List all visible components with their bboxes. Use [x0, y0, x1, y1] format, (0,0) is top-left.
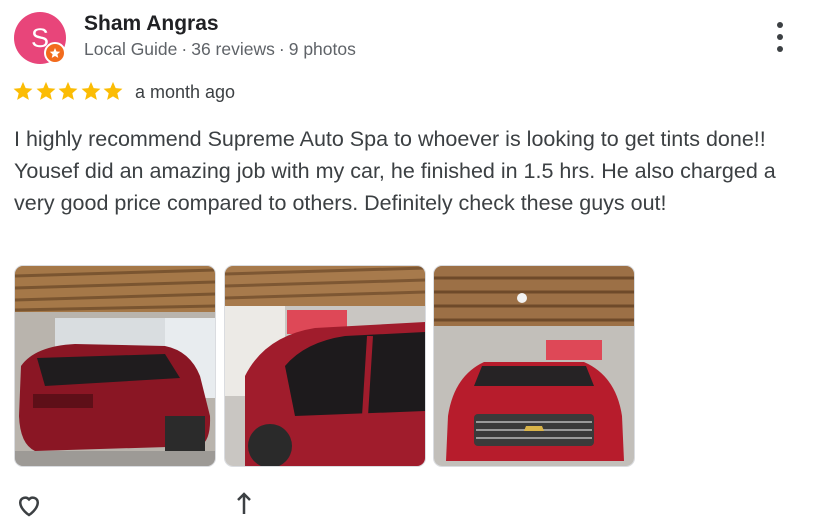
- photo-count: 9 photos: [288, 39, 356, 59]
- review-photo-1[interactable]: [14, 265, 216, 467]
- meta-separator: ·: [278, 39, 285, 59]
- review-count: 36 reviews: [191, 39, 275, 59]
- review-text: I highly recommend Supreme Auto Spa to w…: [14, 127, 776, 215]
- review-photo-2[interactable]: [224, 265, 426, 467]
- reviewer-name[interactable]: Sham Angras: [84, 12, 219, 36]
- reviewer-meta: Local Guide · 36 reviews · 9 photos: [84, 39, 356, 60]
- local-guide-label: Local Guide: [84, 39, 178, 59]
- local-guide-badge-icon: [44, 42, 66, 64]
- heart-icon[interactable]: [14, 490, 44, 520]
- star-icon: [81, 81, 100, 100]
- review-actions: [14, 490, 254, 520]
- review-time: a month ago: [135, 82, 236, 102]
- more-vert-icon[interactable]: [768, 22, 792, 52]
- star-icon: [13, 81, 33, 100]
- star-icon: [103, 81, 123, 100]
- share-icon[interactable]: [234, 490, 254, 520]
- star-icon: [58, 81, 78, 100]
- star-rating: [12, 80, 125, 104]
- review-photo-3[interactable]: [433, 265, 635, 467]
- meta-separator: ·: [181, 39, 188, 59]
- star-icon: [36, 81, 55, 100]
